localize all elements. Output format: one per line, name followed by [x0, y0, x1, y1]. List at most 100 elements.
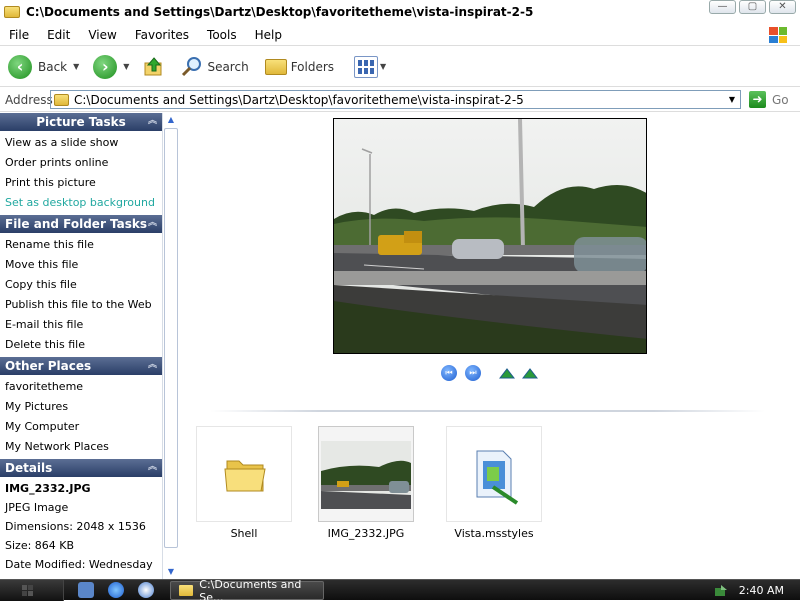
- chevron-down-icon[interactable]: ▼: [123, 62, 129, 71]
- task-rename[interactable]: Rename this file: [5, 235, 162, 255]
- chevron-down-icon[interactable]: ▼: [73, 62, 79, 71]
- safely-remove-hardware-icon[interactable]: [713, 584, 729, 598]
- up-folder-icon: [144, 56, 162, 75]
- window-title: C:\Documents and Settings\Dartz\Desktop\…: [26, 5, 534, 19]
- back-arrow-icon: ‹: [8, 54, 32, 79]
- place-my-pictures[interactable]: My Pictures: [5, 397, 162, 417]
- next-image-icon[interactable]: ⏭: [465, 365, 481, 381]
- scrollbar-thumb[interactable]: [164, 128, 178, 548]
- collapse-chevron-icon[interactable]: ︽: [148, 361, 158, 371]
- folders-icon: [264, 58, 287, 75]
- folders-button[interactable]: Folders: [264, 58, 335, 75]
- other-places-title: Other Places: [5, 359, 92, 373]
- scroll-up-icon[interactable]: ▲: [163, 113, 179, 127]
- collapse-chevron-icon[interactable]: ︽: [148, 463, 158, 473]
- address-bar: Address C:\Documents and Settings\Dartz\…: [0, 88, 800, 112]
- address-label: Address: [5, 92, 53, 107]
- views-icon: [354, 55, 379, 78]
- file-name-vista-msstyles[interactable]: Vista.msstyles: [439, 527, 549, 540]
- previous-image-icon[interactable]: ⏮: [441, 365, 457, 381]
- task-set-desktop-background[interactable]: Set as desktop background: [5, 193, 162, 213]
- picture-tasks-header[interactable]: Picture Tasks ︽: [0, 113, 162, 131]
- menu-tools[interactable]: Tools: [198, 28, 246, 42]
- media-player-icon[interactable]: [138, 582, 154, 598]
- back-button[interactable]: ‹ Back ▼: [8, 54, 79, 79]
- chevron-down-icon[interactable]: ▼: [726, 93, 738, 106]
- taskbar: C:\Documents and Se... 2:40 AM: [0, 578, 800, 604]
- task-pane: Picture Tasks ︽ View as a slide show Ord…: [0, 113, 163, 579]
- menu-help[interactable]: Help: [246, 28, 291, 42]
- menu-file[interactable]: File: [0, 28, 38, 42]
- detail-filename: IMG_2332.JPG: [5, 482, 91, 495]
- toolbar: ‹ Back ▼ › ▼ Search Folders ▼: [0, 47, 800, 87]
- collapse-chevron-icon[interactable]: ︽: [148, 117, 158, 127]
- filmstrip-divider: [210, 410, 765, 412]
- taskbar-window-button[interactable]: C:\Documents and Se...: [170, 578, 324, 604]
- search-label: Search: [207, 59, 249, 74]
- other-places-header[interactable]: Other Places ︽: [0, 357, 162, 375]
- rotate-counterclockwise-icon[interactable]: [522, 367, 538, 379]
- chevron-down-icon[interactable]: ▼: [380, 62, 386, 71]
- scroll-down-icon[interactable]: ▼: [163, 565, 179, 579]
- file-folder-tasks-header[interactable]: File and Folder Tasks ︽: [0, 215, 162, 233]
- detail-dimensions: Dimensions: 2048 x 1536: [5, 520, 146, 533]
- menu-edit[interactable]: Edit: [38, 28, 79, 42]
- file-folder-tasks-list: Rename this file Move this file Copy thi…: [0, 233, 162, 357]
- detail-type: JPEG Image: [5, 501, 69, 514]
- folder-icon: [4, 6, 20, 18]
- go-button[interactable]: ➜ Go: [749, 91, 789, 108]
- search-button[interactable]: Search: [181, 56, 249, 78]
- file-name-img-2332[interactable]: IMG_2332.JPG: [311, 527, 421, 540]
- collapse-chevron-icon[interactable]: ︽: [148, 219, 158, 229]
- go-arrow-icon: ➜: [749, 91, 766, 108]
- picture-tasks-title: Picture Tasks: [36, 115, 126, 129]
- details-title: Details: [5, 461, 53, 475]
- task-pane-scrollbar[interactable]: ▲ ▼: [163, 113, 179, 579]
- detail-modified: Date Modified: Wednesday: [5, 558, 153, 571]
- maximize-button[interactable]: ▢: [739, 0, 766, 14]
- internet-explorer-icon[interactable]: [108, 582, 124, 598]
- file-thumbnail-img-2332[interactable]: [318, 426, 414, 522]
- up-folder-button[interactable]: [143, 56, 165, 78]
- forward-arrow-icon: ›: [93, 54, 118, 79]
- address-input[interactable]: C:\Documents and Settings\Dartz\Desktop\…: [50, 90, 741, 109]
- file-folder-tasks-title: File and Folder Tasks: [5, 217, 148, 231]
- show-desktop-icon[interactable]: [78, 582, 94, 598]
- photo-thumbnail: [321, 441, 411, 509]
- search-icon: [182, 56, 202, 76]
- file-thumbnail-vista-msstyles[interactable]: [446, 426, 542, 522]
- folder-icon: [224, 460, 266, 492]
- file-thumbnail-shell[interactable]: [196, 426, 292, 522]
- start-button[interactable]: [0, 580, 64, 601]
- place-my-network-places[interactable]: My Network Places: [5, 437, 162, 457]
- place-my-computer[interactable]: My Computer: [5, 417, 162, 437]
- folder-icon: [179, 585, 194, 596]
- task-move[interactable]: Move this file: [5, 255, 162, 275]
- minimize-button[interactable]: —: [709, 0, 736, 14]
- menu-view[interactable]: View: [79, 28, 125, 42]
- task-delete[interactable]: Delete this file: [5, 335, 162, 355]
- forward-button[interactable]: › ▼: [93, 54, 129, 79]
- folders-label: Folders: [290, 59, 335, 74]
- details-header[interactable]: Details ︽: [0, 459, 162, 477]
- image-preview[interactable]: [333, 118, 647, 354]
- title-bar: C:\Documents and Settings\Dartz\Desktop\…: [0, 0, 800, 24]
- file-name-shell[interactable]: Shell: [189, 527, 299, 540]
- task-email[interactable]: E-mail this file: [5, 315, 162, 335]
- file-view: ⏮ ⏭ Shell IMG_2332.JPG Vista.msstyles: [180, 113, 800, 579]
- system-tray: 2:40 AM: [700, 580, 800, 601]
- windows-logo-icon: [764, 24, 792, 46]
- close-button[interactable]: ✕: [769, 0, 796, 14]
- go-label: Go: [772, 92, 789, 107]
- task-publish[interactable]: Publish this file to the Web: [5, 295, 162, 315]
- msstyles-file-icon: [476, 450, 519, 505]
- rotate-clockwise-icon[interactable]: [499, 367, 515, 379]
- task-view-slideshow[interactable]: View as a slide show: [5, 133, 162, 153]
- place-favoritetheme[interactable]: favoritetheme: [5, 377, 162, 397]
- window-controls: — ▢ ✕: [709, 0, 796, 14]
- menu-favorites[interactable]: Favorites: [126, 28, 198, 42]
- views-button[interactable]: ▼: [354, 55, 386, 78]
- task-print-picture[interactable]: Print this picture: [5, 173, 162, 193]
- task-order-prints[interactable]: Order prints online: [5, 153, 162, 173]
- task-copy[interactable]: Copy this file: [5, 275, 162, 295]
